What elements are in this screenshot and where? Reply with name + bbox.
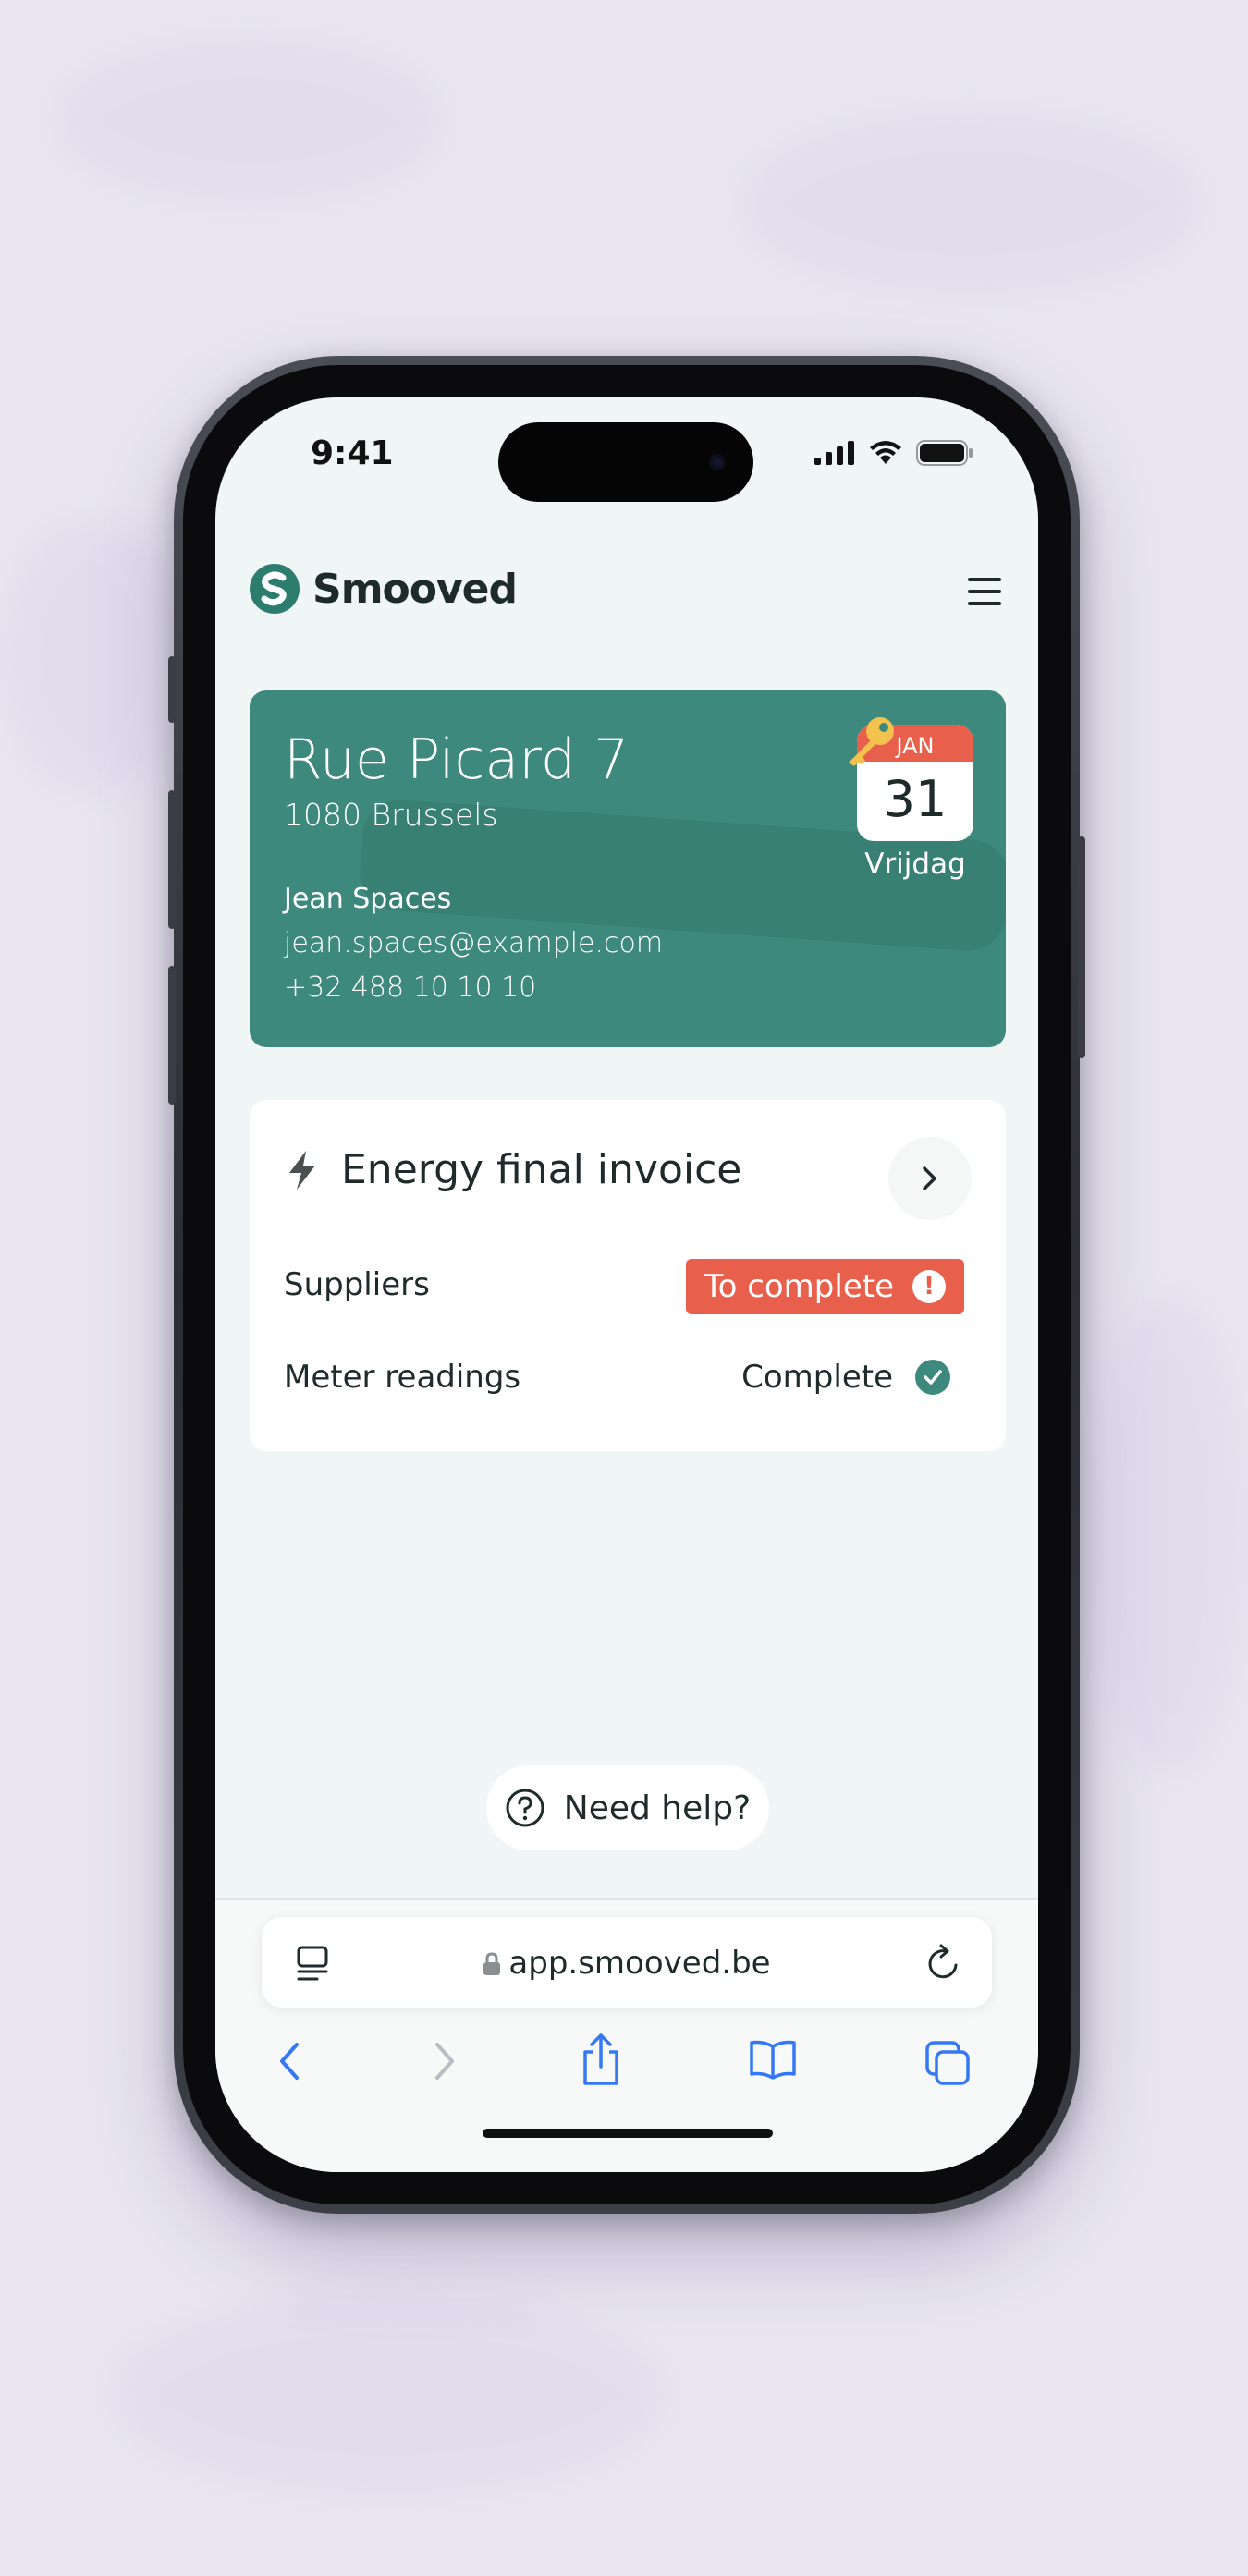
background-blot [111, 2292, 666, 2496]
back-icon[interactable] [276, 2039, 304, 2083]
volume-up-button [168, 790, 176, 929]
energy-invoice-card[interactable]: Energy final invoice Suppliers To comple… [250, 1100, 1006, 1451]
smooved-logo-icon [250, 564, 300, 614]
lock-icon [483, 1952, 501, 1975]
background-blot [55, 37, 444, 203]
need-help-button[interactable]: Need help? [486, 1765, 769, 1850]
brand-logo[interactable]: Smooved [250, 564, 518, 614]
address-card[interactable]: Rue Picard 7 1080 Brussels Jean Spaces j… [250, 690, 1006, 1047]
status-time: 9:41 [311, 434, 394, 472]
contact-name: Jean Spaces [284, 883, 452, 915]
share-icon[interactable] [580, 2032, 622, 2087]
task-title: Energy final invoice [341, 1146, 742, 1193]
volume-down-button [168, 966, 176, 1105]
key-icon [849, 717, 894, 766]
menu-icon[interactable] [968, 578, 1001, 605]
address-bar[interactable]: app.smooved.be [262, 1917, 992, 2008]
question-circle-icon [506, 1789, 544, 1827]
address-city: 1080 Brussels [284, 797, 498, 833]
contact-phone: +32 488 10 10 10 [284, 971, 537, 1004]
url-value: app.smooved.be [508, 1945, 771, 1982]
signal-icon [814, 441, 854, 465]
battery-icon [916, 440, 973, 466]
reload-icon[interactable] [925, 1943, 962, 1982]
camera-icon [709, 454, 726, 470]
bookmarks-icon[interactable] [748, 2039, 798, 2080]
background-blot [1091, 1294, 1248, 1775]
meter-readings-status: Complete [741, 1359, 950, 1396]
contact-email: jean.spaces@example.com [284, 927, 664, 959]
background-blot [740, 111, 1202, 296]
background-blot [0, 518, 185, 795]
home-indicator [483, 2129, 773, 2138]
phone-screen: 9:41 Smooved Rue Picard 7 1080 Brussels … [215, 397, 1038, 2172]
suppliers-status-text: To complete [704, 1268, 894, 1305]
meter-readings-label: Meter readings [284, 1359, 521, 1396]
power-button [1078, 836, 1085, 1058]
lightning-icon [289, 1150, 315, 1190]
brand-name: Smooved [312, 565, 518, 613]
meter-readings-status-text: Complete [741, 1359, 893, 1396]
chevron-right-icon [923, 1166, 936, 1190]
phone-frame: 9:41 Smooved Rue Picard 7 1080 Brussels … [168, 356, 1085, 2214]
status-icons [814, 440, 973, 466]
action-button [168, 656, 176, 723]
address-street: Rue Picard 7 [284, 727, 630, 792]
wifi-icon [870, 441, 901, 464]
check-icon [915, 1360, 950, 1395]
task-title-row: Energy final invoice [284, 1146, 741, 1193]
dynamic-island [498, 422, 753, 502]
need-help-label: Need help? [563, 1789, 752, 1827]
exclamation-icon: ! [912, 1270, 946, 1303]
forward-icon[interactable] [430, 2039, 458, 2083]
calendar-weekday: Vrijdag [864, 848, 966, 881]
open-task-button[interactable] [888, 1137, 972, 1220]
tabs-icon[interactable] [924, 2039, 972, 2087]
suppliers-status-badge[interactable]: To complete ! [685, 1259, 964, 1314]
suppliers-label: Suppliers [284, 1266, 430, 1303]
url-text[interactable]: app.smooved.be [262, 1945, 992, 1982]
